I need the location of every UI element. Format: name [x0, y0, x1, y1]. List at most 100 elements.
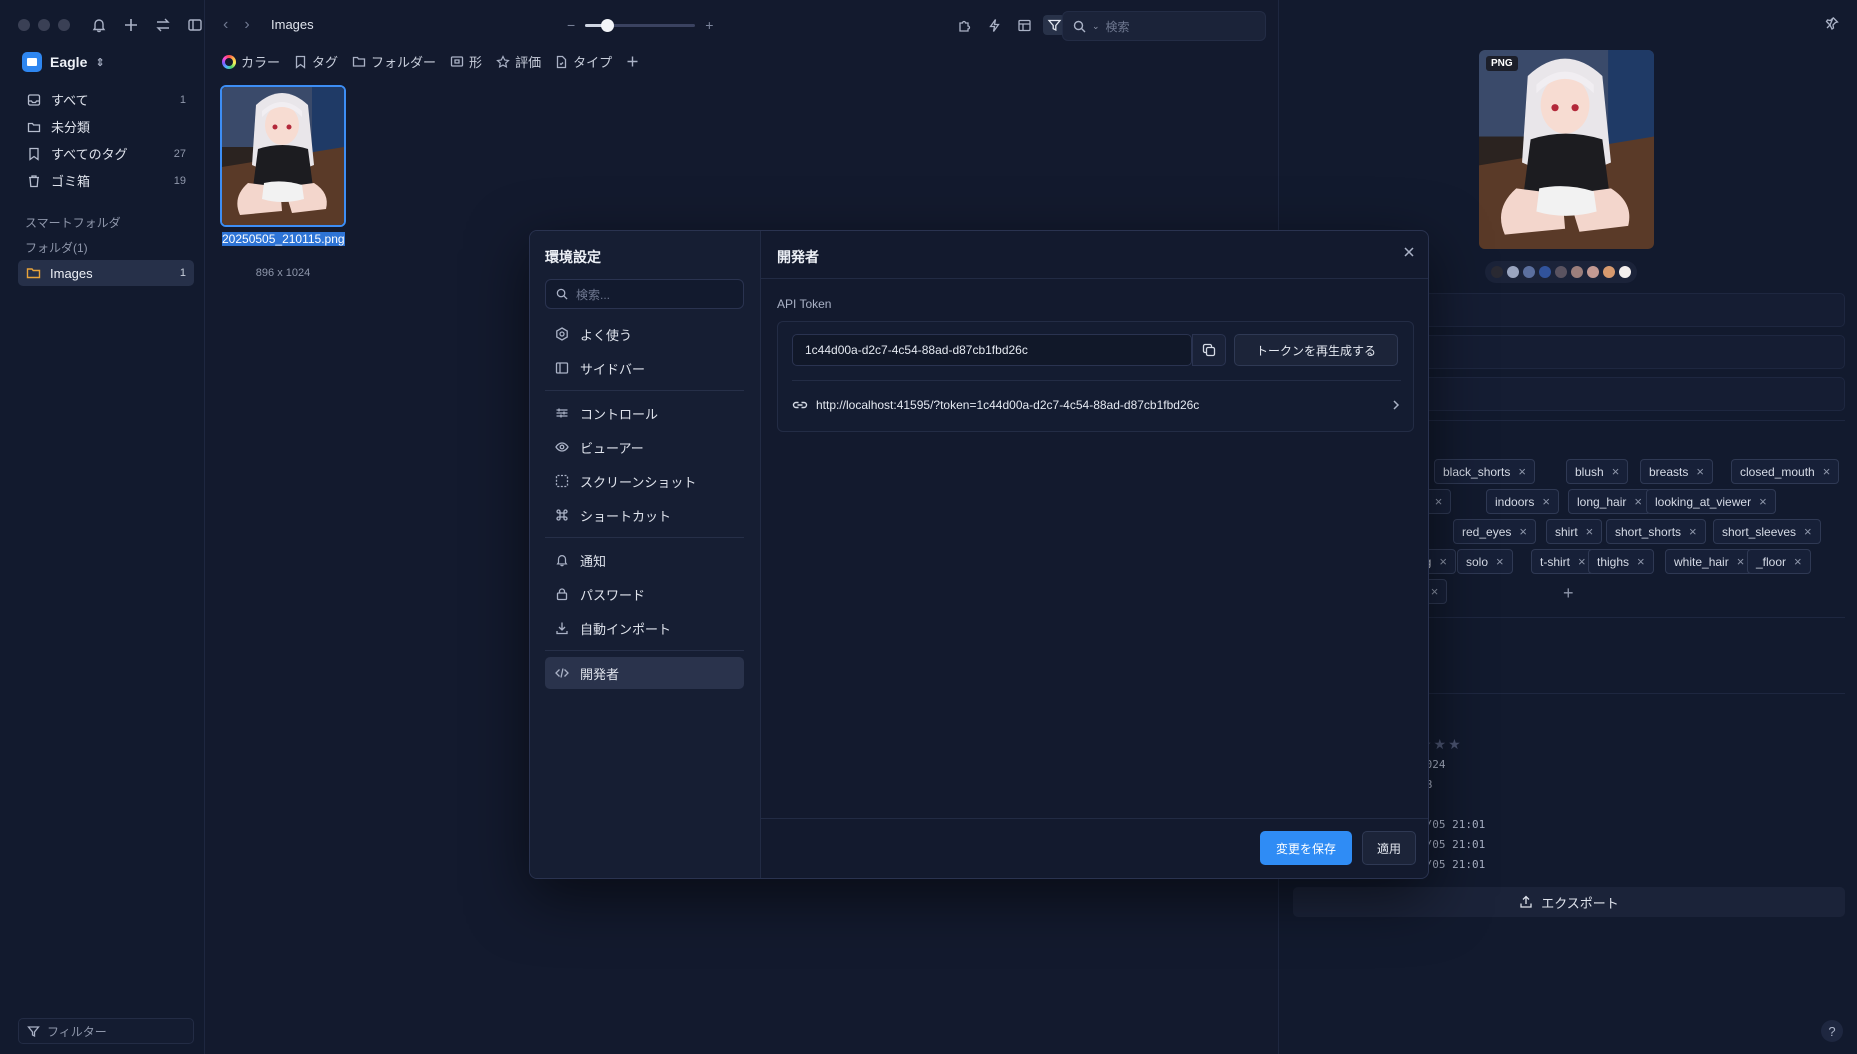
pref-nav-general[interactable]: よく使う — [545, 318, 744, 350]
thumbnail-filename[interactable]: 20250505_210115.png — [222, 232, 345, 246]
sidebar-item-all[interactable]: すべて 1 — [18, 86, 194, 113]
color-swatch[interactable] — [1539, 266, 1551, 278]
image-thumbnail[interactable] — [220, 85, 346, 227]
pref-nav-controls[interactable]: コントロール — [545, 397, 744, 429]
sidebar-item-all-tags[interactable]: すべてのタグ 27 — [18, 140, 194, 167]
forward-arrow-icon[interactable]: › — [244, 16, 249, 34]
zoom-handle[interactable] — [601, 18, 615, 32]
tag-chip[interactable]: indoors × — [1486, 489, 1559, 514]
help-button[interactable]: ? — [1821, 1020, 1843, 1042]
tag-chip[interactable]: shirt × — [1546, 519, 1603, 544]
tag-chip[interactable]: blush × — [1566, 459, 1629, 484]
close-window-button[interactable] — [18, 19, 30, 31]
pref-nav-developer[interactable]: 開発者 — [545, 657, 744, 689]
sidebar-item-uncategorized[interactable]: 未分類 — [18, 113, 194, 140]
remove-tag-icon[interactable]: × — [1496, 554, 1504, 569]
sidebar-toggle-icon[interactable] — [186, 16, 204, 34]
zoom-out-icon[interactable]: − — [567, 17, 575, 33]
color-swatch[interactable] — [1603, 266, 1615, 278]
color-swatch[interactable] — [1491, 266, 1503, 278]
add-tag-button[interactable]: + — [1563, 583, 1574, 604]
pref-nav-auto-import[interactable]: 自動インポート — [545, 612, 744, 644]
api-token-field[interactable]: 1c44d00a-d2c7-4c54-88ad-d87cb1fbd26c — [792, 334, 1192, 366]
tag-chip[interactable]: looking_at_viewer × — [1646, 489, 1776, 514]
filter-folder[interactable]: フォルダー — [352, 52, 436, 71]
tag-chip[interactable]: closed_mouth × — [1731, 459, 1840, 484]
remove-tag-icon[interactable]: × — [1435, 494, 1443, 509]
close-icon[interactable] — [1402, 245, 1416, 259]
remove-tag-icon[interactable]: × — [1431, 584, 1439, 599]
export-button[interactable]: エクスポート — [1293, 887, 1845, 917]
remove-tag-icon[interactable]: × — [1689, 524, 1697, 539]
remove-tag-icon[interactable]: × — [1804, 524, 1812, 539]
pref-nav-password[interactable]: パスワード — [545, 578, 744, 610]
pref-nav-shortcuts[interactable]: ショートカット — [545, 499, 744, 531]
filter-rating[interactable]: 評価 — [496, 52, 541, 71]
api-url-link[interactable]: http://localhost:41595/?token=1c44d00a-d… — [792, 386, 1401, 424]
pref-nav-notifications[interactable]: 通知 — [545, 544, 744, 576]
image-preview[interactable] — [1479, 50, 1654, 249]
color-swatch[interactable] — [1571, 266, 1583, 278]
tag-chip[interactable]: black_shorts × — [1434, 459, 1535, 484]
zoom-window-button[interactable] — [58, 19, 70, 31]
zoom-slider[interactable]: − + — [567, 17, 713, 33]
sidebar-item-images[interactable]: Images 1 — [18, 260, 194, 286]
filter-shape[interactable]: 形 — [450, 52, 482, 71]
sidebar-filter-input[interactable]: フィルター — [18, 1018, 194, 1044]
tag-chip[interactable]: thighs × — [1588, 549, 1654, 574]
copy-token-button[interactable] — [1192, 334, 1226, 366]
sidebar-item-trash[interactable]: ゴミ箱 19 — [18, 167, 194, 194]
tag-chip[interactable]: _floor × — [1747, 549, 1811, 574]
add-filter-button[interactable] — [626, 55, 639, 68]
tag-chip[interactable]: red_eyes × — [1453, 519, 1536, 544]
puzzle-icon[interactable] — [953, 15, 975, 35]
search-input[interactable]: ⌄ 検索 — [1062, 11, 1266, 41]
tag-chip[interactable]: long_hair × — [1568, 489, 1651, 514]
remove-tag-icon[interactable]: × — [1634, 494, 1642, 509]
pref-nav-viewer[interactable]: ビューアー — [545, 431, 744, 463]
remove-tag-icon[interactable]: × — [1439, 554, 1447, 569]
remove-tag-icon[interactable]: × — [1578, 554, 1586, 569]
plus-icon[interactable] — [122, 16, 140, 34]
color-swatch[interactable] — [1555, 266, 1567, 278]
color-swatch[interactable] — [1523, 266, 1535, 278]
remove-tag-icon[interactable]: × — [1737, 554, 1745, 569]
tag-chip[interactable]: breasts × — [1640, 459, 1713, 484]
color-swatch[interactable] — [1619, 266, 1631, 278]
pin-icon[interactable] — [1825, 16, 1839, 30]
bell-icon[interactable] — [90, 16, 108, 34]
save-changes-button[interactable]: 変更を保存 — [1259, 831, 1352, 865]
tag-chip[interactable]: t-shirt × — [1531, 549, 1595, 574]
back-arrow-icon[interactable]: ‹ — [223, 16, 228, 34]
tag-chip[interactable]: short_sleeves × — [1713, 519, 1821, 544]
remove-tag-icon[interactable]: × — [1696, 464, 1704, 479]
smart-folders-heading[interactable]: スマートフォルダ — [25, 214, 121, 231]
color-swatch[interactable] — [1507, 266, 1519, 278]
remove-tag-icon[interactable]: × — [1637, 554, 1645, 569]
tag-chip[interactable]: solo × — [1457, 549, 1513, 574]
minimize-window-button[interactable] — [38, 19, 50, 31]
pref-nav-screenshot[interactable]: スクリーンショット — [545, 465, 744, 497]
lightning-icon[interactable] — [983, 15, 1005, 35]
remove-tag-icon[interactable]: × — [1542, 494, 1550, 509]
preferences-search-input[interactable]: 検索... — [545, 279, 744, 309]
pref-nav-sidebar[interactable]: サイドバー — [545, 352, 744, 384]
remove-tag-icon[interactable]: × — [1586, 524, 1594, 539]
remove-tag-icon[interactable]: × — [1823, 464, 1831, 479]
filter-tag[interactable]: タグ — [294, 52, 338, 71]
zoom-track[interactable] — [585, 18, 696, 32]
remove-tag-icon[interactable]: × — [1612, 464, 1620, 479]
color-swatch[interactable] — [1587, 266, 1599, 278]
apply-button[interactable]: 適用 — [1361, 831, 1416, 865]
library-switcher[interactable]: Eagle ⇕ — [22, 52, 105, 72]
folders-heading[interactable]: フォルダ(1) — [25, 239, 88, 256]
regenerate-token-button[interactable]: トークンを再生成する — [1234, 334, 1398, 366]
remove-tag-icon[interactable]: × — [1759, 494, 1767, 509]
layout-icon[interactable] — [1013, 15, 1035, 35]
filter-color[interactable]: カラー — [222, 52, 280, 71]
swap-icon[interactable] — [154, 16, 172, 34]
remove-tag-icon[interactable]: × — [1519, 524, 1527, 539]
remove-tag-icon[interactable]: × — [1518, 464, 1526, 479]
zoom-in-icon[interactable]: + — [705, 17, 713, 33]
remove-tag-icon[interactable]: × — [1794, 554, 1802, 569]
